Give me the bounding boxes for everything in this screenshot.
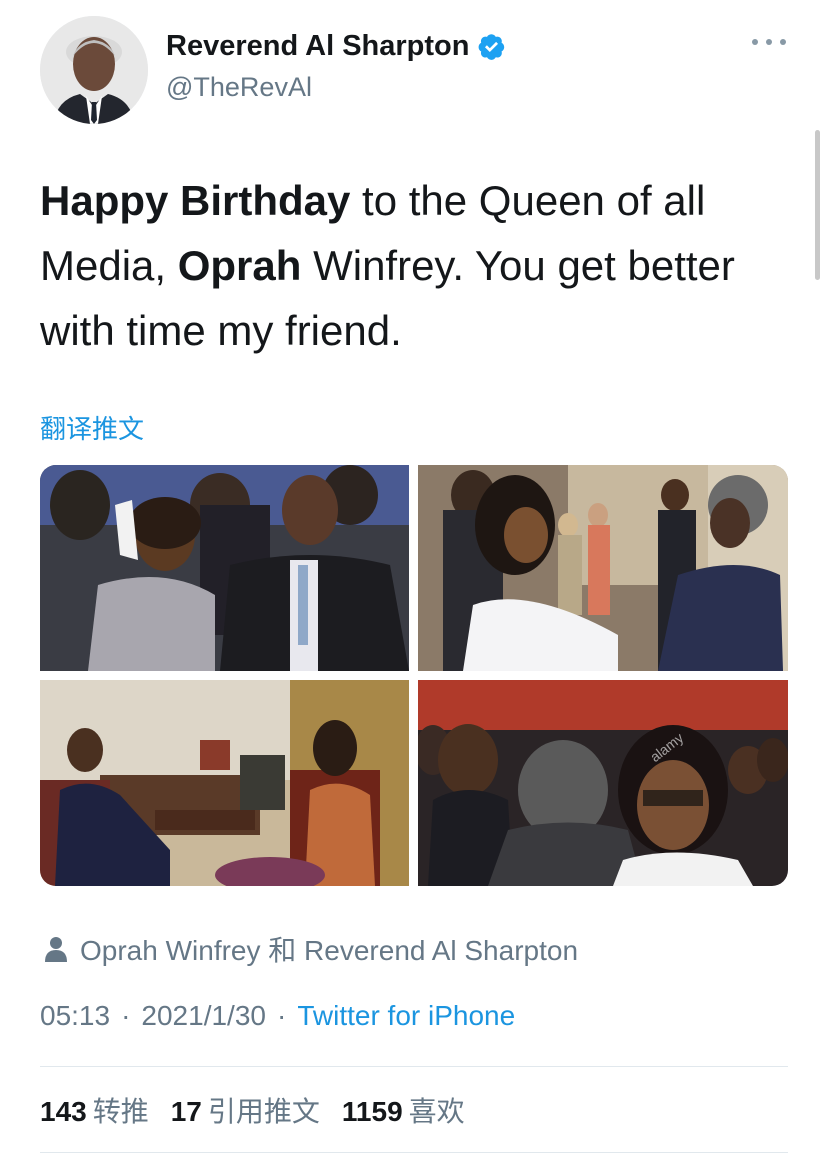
display-name[interactable]: Reverend Al Sharpton [166, 30, 506, 63]
tweet-time: 05:13 [40, 1000, 111, 1031]
tweet-text-segment: Happy Birthday [40, 177, 351, 224]
tweet-text-segment: Oprah [177, 242, 302, 289]
scrollbar[interactable] [815, 130, 820, 280]
divider [40, 1152, 788, 1153]
tweet-date: 2021/1/30 [141, 1000, 266, 1031]
likes-label: 喜欢 [408, 1096, 465, 1127]
tweet-meta: 05:13 · 2021/1/30 · Twitter for iPhone [40, 1000, 515, 1032]
tagged-people-text: Oprah Winfrey 和 Reverend Al Sharpton [80, 935, 579, 966]
photo-greeting-hallway[interactable] [418, 465, 788, 671]
photo-premiere-crowd[interactable]: alamy [418, 680, 788, 886]
photo-grid: alamy [40, 465, 788, 886]
retweets-count: 143 [40, 1096, 87, 1127]
more-options-icon[interactable] [752, 32, 786, 52]
likes-count: 1159 [341, 1096, 403, 1127]
divider [40, 1066, 788, 1067]
tweet-text: Happy Birthday to the Queen of all Media… [40, 168, 780, 363]
verified-badge-icon [477, 32, 506, 61]
photo-interview-living-room[interactable] [40, 680, 409, 886]
tweet-detail-page: Reverend Al Sharpton @TheRevAl Happy Bir… [0, 0, 824, 1155]
retweets-stat[interactable]: 143 转推 [40, 1090, 149, 1130]
person-icon [44, 936, 68, 962]
quotes-count: 17 [170, 1096, 202, 1127]
tweet-source-link[interactable]: Twitter for iPhone [297, 1000, 515, 1031]
separator: · [121, 1000, 131, 1031]
photo-clapping-event[interactable] [40, 465, 409, 671]
translate-tweet-link[interactable]: 翻译推文 [40, 409, 144, 446]
separator: · [276, 1000, 287, 1031]
tagged-people[interactable]: Oprah Winfrey 和 Reverend Al Sharpton [44, 929, 578, 969]
likes-stat[interactable]: 1159 喜欢 [342, 1090, 465, 1130]
avatar[interactable] [40, 16, 148, 124]
quote-tweets-stat[interactable]: 17 引用推文 [171, 1090, 320, 1130]
retweets-label: 转推 [92, 1096, 149, 1127]
tweet-stats: 143 转推 17 引用推文 1159 喜欢 [40, 1090, 465, 1130]
display-name-text: Reverend Al Sharpton [166, 30, 470, 62]
quotes-label: 引用推文 [207, 1096, 320, 1127]
user-handle[interactable]: @TheRevAl [166, 72, 312, 103]
